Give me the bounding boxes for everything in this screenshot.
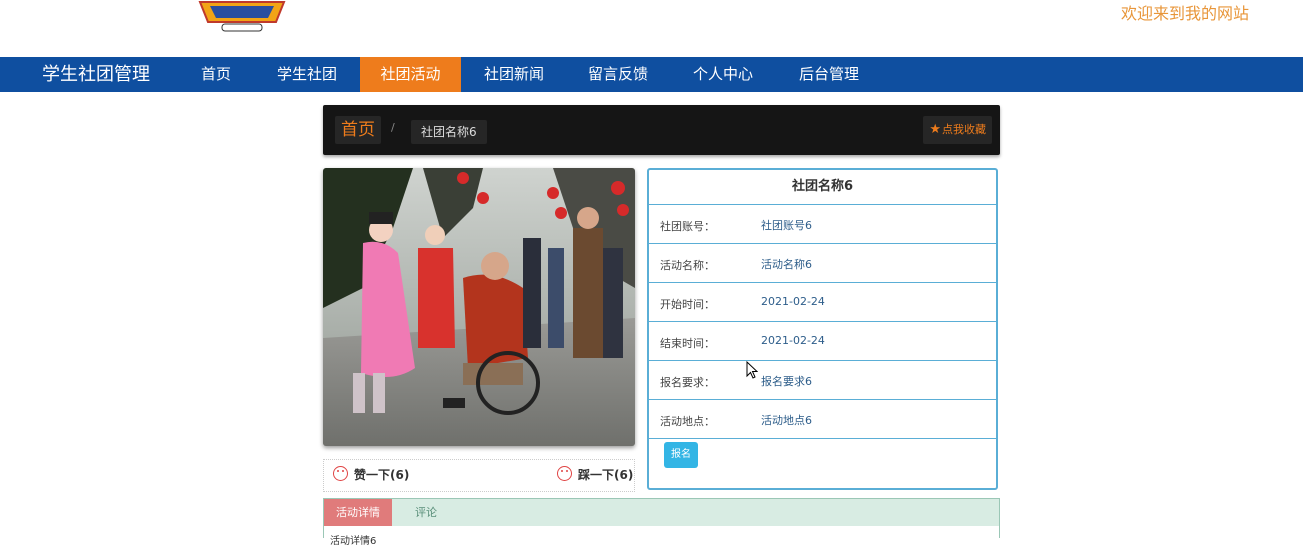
favorite-button[interactable]: ★点我收藏 [923, 116, 992, 144]
info-value: 活动地点6 [761, 414, 812, 427]
nav-brand[interactable]: 学生社团管理 [42, 57, 150, 92]
tab-content-text: 活动详情6 [330, 536, 377, 547]
tab-content: 活动详情6 [324, 526, 999, 547]
info-row-end-time: 结束时间： 2021-02-24 [649, 322, 996, 361]
info-value: 2021-02-24 [761, 334, 825, 347]
info-row-club-account: 社团账号： 社团账号6 [649, 205, 996, 244]
info-row-requirements: 报名要求： 报名要求6 [649, 361, 996, 400]
activity-photo [323, 168, 635, 446]
like-button[interactable]: 赞一下(6) [333, 466, 409, 483]
tab-activity-details[interactable]: 活动详情 [324, 499, 392, 526]
info-value: 社团账号6 [761, 219, 812, 232]
face-icon [557, 466, 572, 481]
like-label: 赞一下(6) [354, 468, 410, 482]
nav-item-home[interactable]: 首页 [184, 57, 248, 92]
info-label: 结束时间： [660, 337, 715, 350]
nav-item-admin[interactable]: 后台管理 [783, 57, 875, 92]
breadcrumb-current: 社团名称6 [411, 120, 487, 144]
main-navbar: 学生社团管理 首页 学生社团 社团活动 社团新闻 留言反馈 个人中心 后台管理 [0, 57, 1303, 92]
favorite-label: 点我收藏 [942, 123, 986, 136]
signup-button[interactable]: 报名 [664, 442, 698, 468]
tab-comments[interactable]: 评论 [403, 499, 449, 526]
breadcrumb-home-link[interactable]: 首页 [335, 116, 381, 144]
vote-panel: 赞一下(6) 踩一下(6) [323, 459, 635, 492]
info-label: 活动地点： [660, 415, 715, 428]
mouse-cursor-icon [746, 360, 759, 383]
breadcrumb-separator: / [391, 121, 395, 134]
nav-item-feedback[interactable]: 留言反馈 [572, 57, 664, 92]
info-row-activity-name: 活动名称： 活动名称6 [649, 244, 996, 283]
info-label: 社团账号： [660, 220, 715, 233]
info-label: 开始时间： [660, 298, 715, 311]
info-value: 活动名称6 [761, 258, 812, 271]
nav-item-personal-center[interactable]: 个人中心 [677, 57, 769, 92]
info-label: 活动名称： [660, 259, 715, 272]
info-title: 社团名称6 [649, 170, 996, 205]
nav-item-club-news[interactable]: 社团新闻 [468, 57, 560, 92]
dislike-label: 踩一下(6) [578, 468, 634, 482]
welcome-text: 欢迎来到我的网站 [1120, 4, 1249, 23]
info-label: 报名要求： [660, 376, 715, 389]
info-value: 2021-02-24 [761, 295, 825, 308]
star-icon: ★ [929, 122, 941, 137]
info-value: 报名要求6 [761, 375, 812, 388]
site-logo [196, 0, 288, 34]
dislike-button[interactable]: 踩一下(6) [557, 466, 633, 483]
breadcrumb: 首页 / 社团名称6 ★点我收藏 [323, 105, 1000, 155]
info-row-start-time: 开始时间： 2021-02-24 [649, 283, 996, 322]
face-icon [333, 466, 348, 481]
nav-item-club-activities[interactable]: 社团活动 [360, 57, 461, 92]
detail-tabs: 活动详情 评论 活动详情6 [323, 498, 1000, 547]
nav-item-student-clubs[interactable]: 学生社团 [262, 57, 352, 92]
activity-info-table: 社团名称6 社团账号： 社团账号6 活动名称： 活动名称6 开始时间： 2021… [647, 168, 998, 490]
info-row-location: 活动地点： 活动地点6 [649, 400, 996, 439]
